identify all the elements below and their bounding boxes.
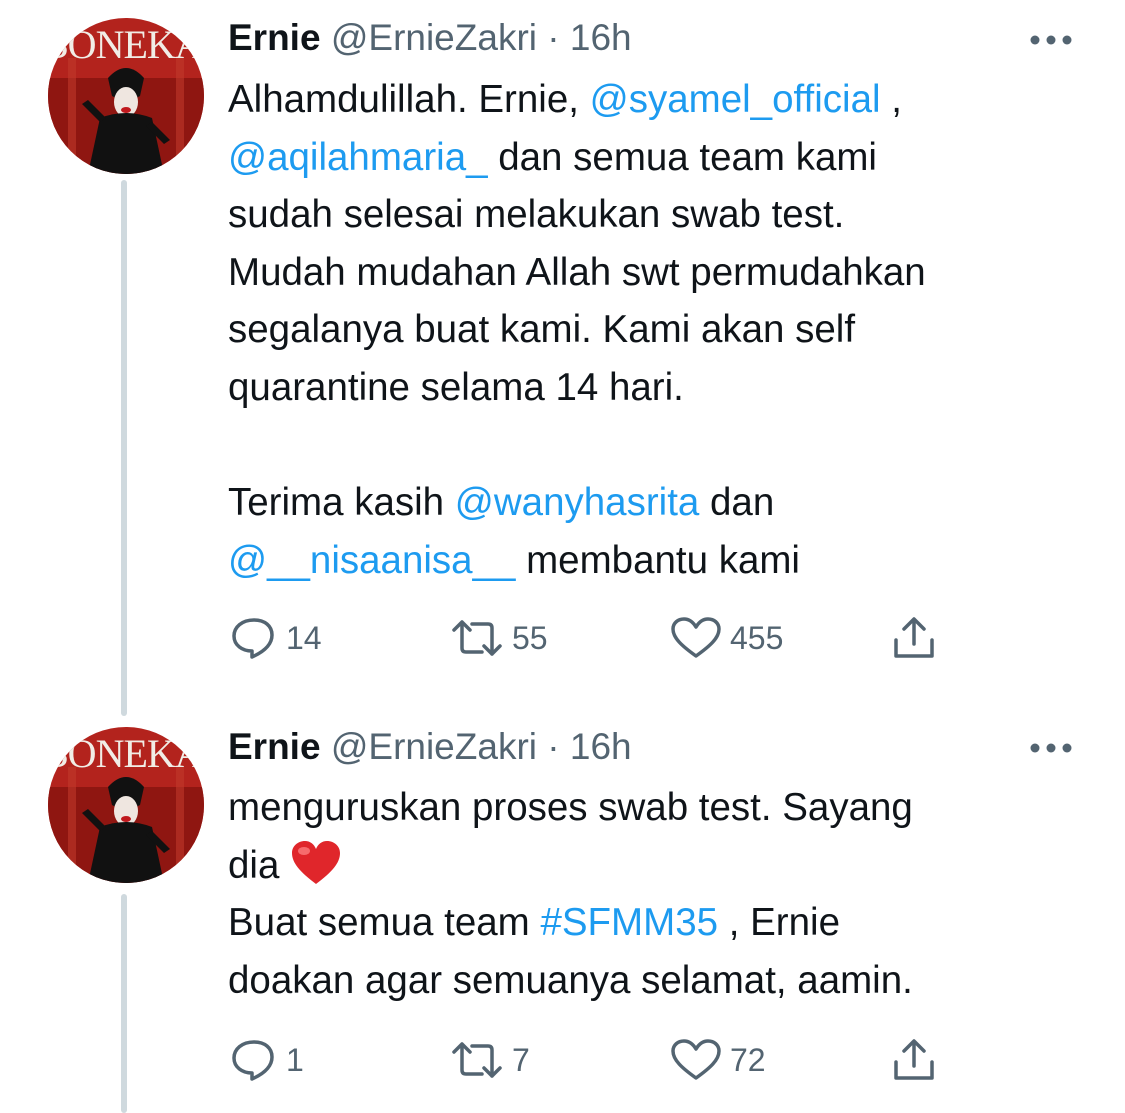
header-separator: · <box>547 726 560 767</box>
tweet-text-line: Terima kasih @wanyhasrita dan <box>228 474 1108 532</box>
tweet-text: Alhamdulillah. Ernie, @syamel_official ,… <box>228 71 1108 589</box>
like-count: 72 <box>730 1041 766 1078</box>
tweet-text-line: menguruskan proses swab test. Sayang <box>228 779 1108 837</box>
tweet-actions: 14 55 455 <box>228 614 948 662</box>
reply-icon <box>232 1040 274 1081</box>
like-button[interactable]: 455 <box>668 614 783 662</box>
reply-count: 14 <box>286 619 322 656</box>
display-name[interactable]: Ernie <box>228 726 321 767</box>
share-icon <box>894 1039 934 1080</box>
tweet-text-line: sudah selesai melakukan swab test. <box>228 186 1108 244</box>
user-handle[interactable]: @ErnieZakri <box>331 17 537 58</box>
tweet-text-segment: sudah selesai melakukan swab test. <box>228 193 845 237</box>
retweet-button[interactable]: 55 <box>448 614 548 662</box>
tweet-header: Ernie @ErnieZakri · 16h <box>228 725 632 769</box>
mention-link[interactable]: @wanyhasrita <box>455 481 700 524</box>
share-icon <box>894 617 934 658</box>
tweet-text-segment: Terima kasih <box>228 481 455 525</box>
share-button[interactable] <box>888 1036 940 1084</box>
avatar[interactable]: BONEKA <box>48 727 204 883</box>
reply-icon <box>232 618 274 659</box>
header-separator: · <box>547 17 560 58</box>
display-name[interactable]: Ernie <box>228 17 321 58</box>
tweet-actions: 1 7 72 <box>228 1036 948 1084</box>
mention-link[interactable]: @aqilahmaria_ <box>228 136 488 179</box>
retweet-button[interactable]: 7 <box>448 1036 530 1084</box>
avatar[interactable]: BONEKA <box>48 18 204 174</box>
like-icon <box>671 617 721 658</box>
more-horizontal-icon[interactable] <box>1028 30 1074 50</box>
tweet-text-line: Buat semua team #SFMM35 , Ernie <box>228 894 1108 952</box>
red-heart-emoji <box>290 840 342 903</box>
mention-link[interactable]: @__nisaanisa__ <box>228 539 515 582</box>
tweet-text-segment: Mudah mudahan Allah swt permudahkan <box>228 250 926 294</box>
tweet-text-segment: dia <box>228 843 291 887</box>
tweet-text-line: quarantine selama 14 hari. <box>228 359 1108 417</box>
retweet-count: 55 <box>512 619 548 656</box>
retweet-count: 7 <box>512 1041 530 1078</box>
tweet-header: Ernie @ErnieZakri · 16h <box>228 16 632 60</box>
tweet-text-line: Mudah mudahan Allah swt permudahkan <box>228 244 1108 302</box>
avatar-wordmark: BONEKA <box>48 731 204 776</box>
tweet-text-line: @__nisaanisa__ membantu kami <box>228 532 1108 590</box>
tweet-text-line: dia <box>228 837 1108 895</box>
like-icon <box>671 1039 721 1080</box>
tweet-text-segment: segalanya buat kami. Kami akan self <box>228 308 856 352</box>
hashtag-link[interactable]: #SFMM35 <box>540 901 718 944</box>
tweet-text-line: doakan agar semuanya selamat, aamin. <box>228 952 1108 1010</box>
timestamp[interactable]: 16h <box>570 726 632 767</box>
tweet-text-line: @aqilahmaria_ dan semua team kami <box>228 129 1108 187</box>
tweet-text-line: Alhamdulillah. Ernie, @syamel_official , <box>228 71 1108 129</box>
tweet-text-segment: doakan agar semuanya selamat, aamin. <box>228 958 913 1002</box>
tweet-text-segment: dan semua team kami <box>487 135 877 179</box>
timestamp[interactable]: 16h <box>570 17 632 58</box>
like-button[interactable]: 72 <box>668 1036 766 1084</box>
tweet-text-segment: membantu kami <box>515 538 800 582</box>
more-horizontal-icon[interactable] <box>1028 738 1074 758</box>
tweet-text-segment: Alhamdulillah. Ernie, <box>228 78 590 121</box>
reply-button[interactable]: 1 <box>228 1036 304 1084</box>
thread-line-2 <box>121 894 127 1113</box>
tweet-text: menguruskan proses swab test. Sayang dia … <box>228 779 1108 1009</box>
tweet-text-line <box>228 417 1108 475</box>
reply-count: 1 <box>286 1041 304 1078</box>
mention-link[interactable]: @syamel_official <box>590 78 881 121</box>
avatar-image: BONEKA <box>48 727 204 883</box>
retweet-icon <box>452 620 502 656</box>
like-count: 455 <box>730 619 784 656</box>
tweet-text-segment: , Ernie <box>718 901 840 945</box>
avatar-image: BONEKA <box>48 18 204 174</box>
tweet-text-segment: quarantine selama 14 hari. <box>228 365 684 409</box>
tweet-text-segment: Buat semua team <box>228 901 541 945</box>
tweet-text-segment: menguruskan proses swab test. Sayang <box>228 786 913 829</box>
thread-line-1 <box>121 180 127 716</box>
avatar-wordmark: BONEKA <box>48 22 204 67</box>
share-button[interactable] <box>888 614 940 662</box>
user-handle[interactable]: @ErnieZakri <box>331 726 537 767</box>
retweet-icon <box>452 1042 502 1078</box>
tweet-text-line: segalanya buat kami. Kami akan self <box>228 301 1108 359</box>
tweet-text-segment: , <box>880 78 902 121</box>
tweet-text-segment: dan <box>699 481 775 525</box>
reply-button[interactable]: 14 <box>228 614 322 662</box>
